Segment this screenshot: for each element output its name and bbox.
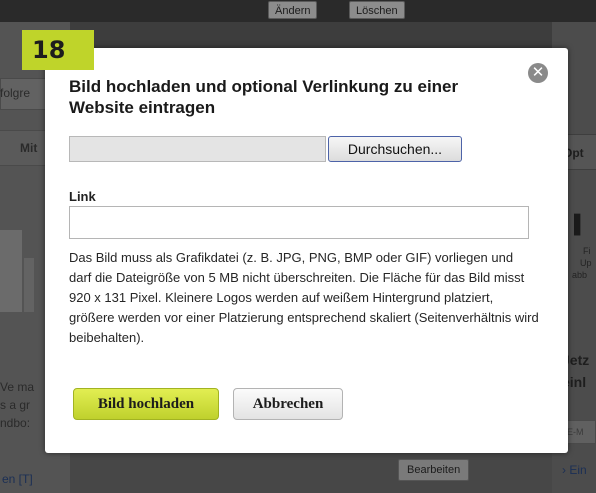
background-right-text: Fi xyxy=(583,246,591,256)
cancel-button[interactable]: Abbrechen xyxy=(233,388,343,420)
background-right-link: › Ein xyxy=(562,463,587,477)
background-bottom-bar xyxy=(70,452,552,493)
background-left-text: ndbo: xyxy=(0,416,31,430)
step-number-badge: 18 xyxy=(22,30,94,70)
link-label: Link xyxy=(69,189,96,204)
file-path-field[interactable] xyxy=(69,136,326,162)
background-left-link: en [T] xyxy=(2,472,33,486)
background-right-text: abb xyxy=(572,270,588,280)
background-right-text: Up xyxy=(580,258,592,268)
upload-description: Das Bild muss als Grafikdatei (z. B. JPG… xyxy=(69,250,539,345)
upload-image-button[interactable]: Bild hochladen xyxy=(73,388,219,420)
background-email-placeholder: E-M xyxy=(567,427,584,437)
delete-button: Löschen xyxy=(349,1,405,19)
background-left-text: Ve ma xyxy=(0,380,35,394)
browse-button[interactable]: Durchsuchen... xyxy=(328,136,462,162)
edit-button: Bearbeiten xyxy=(398,459,470,481)
dialog-title: Bild hochladen und optional Verlinkung z… xyxy=(69,77,459,117)
background-left-text: folgre xyxy=(0,86,31,100)
close-icon[interactable]: ✕ xyxy=(528,63,548,83)
building-image-secondary xyxy=(24,258,34,312)
link-input[interactable] xyxy=(69,206,529,239)
upload-dialog: ✕ Bild hochladen und optional Verlinkung… xyxy=(45,48,568,453)
background-left-heading: Mit xyxy=(20,141,38,155)
change-button: Ändern xyxy=(268,1,318,19)
background-right-icon: ▌ xyxy=(574,214,587,234)
building-image xyxy=(0,230,22,312)
background-left-text: s a gr xyxy=(0,398,31,412)
